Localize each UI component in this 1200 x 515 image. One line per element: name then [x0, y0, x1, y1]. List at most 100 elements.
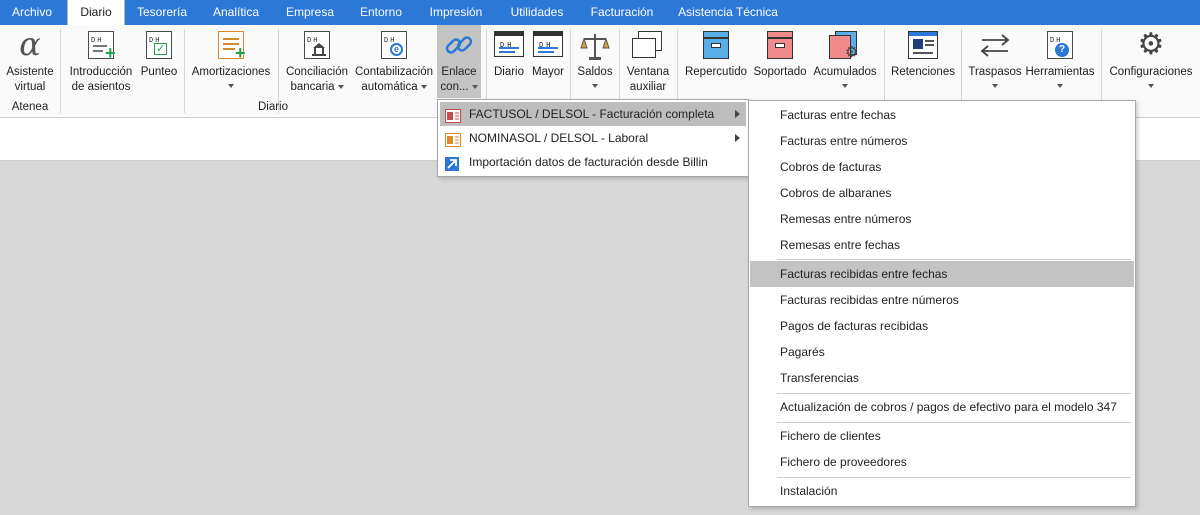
tab-impresion[interactable]: Impresión	[421, 0, 491, 25]
submenu-item-pagares[interactable]: Pagarés	[750, 339, 1134, 365]
ventana-auxiliar-button[interactable]: Ventana auxiliar	[623, 25, 673, 100]
menu-item-label: NOMINASOL / DELSOL - Laboral	[469, 131, 649, 145]
herramientas-button[interactable]: DH ? Herramientas	[1024, 25, 1096, 100]
submenu-item-fichero-proveedores[interactable]: Fichero de proveedores	[750, 449, 1134, 475]
saldos-button[interactable]: Saldos	[574, 25, 616, 100]
submenu-item-instalacion[interactable]: Instalación	[750, 478, 1134, 504]
tools-help-icon: DH ?	[1047, 31, 1073, 59]
acumulados-label: Acumulados	[813, 66, 877, 78]
submenu-arrow-icon	[735, 110, 740, 118]
configuraciones-label: Configuraciones	[1109, 66, 1193, 78]
menu-item-factusol[interactable]: FACTUSOL / DELSOL - Facturación completa	[440, 102, 746, 126]
group-label-atenea: Atenea	[11, 101, 49, 113]
red-book-icon	[767, 31, 793, 59]
amortization-icon: +	[218, 31, 246, 62]
menu-item-importacion-billin[interactable]: Importación datos de facturación desde B…	[440, 150, 746, 174]
tab-facturacion[interactable]: Facturación	[582, 0, 662, 25]
conciliacion-bancaria-button[interactable]: DH Conciliación bancaria	[283, 25, 351, 100]
ventana-label-2: auxiliar	[629, 81, 667, 93]
submenu-item-fichero-clientes[interactable]: Fichero de clientes	[750, 423, 1134, 449]
menu-separator	[777, 259, 1131, 260]
submenu-arrow-icon	[735, 134, 740, 142]
tab-utilidades[interactable]: Utilidades	[502, 0, 572, 25]
conciliacion-label-2: bancaria	[290, 81, 335, 93]
chevron-down-icon	[337, 84, 344, 89]
retenciones-button[interactable]: Retenciones	[889, 25, 957, 100]
mayor-label: Mayor	[532, 66, 564, 78]
mayor-button[interactable]: DH Mayor	[529, 25, 567, 100]
withholding-document-icon	[908, 31, 938, 59]
amortizaciones-label: Amortizaciones	[191, 66, 271, 78]
import-arrow-icon	[445, 155, 461, 171]
chevron-down-icon	[592, 84, 598, 88]
enlace-label-1: Enlace	[441, 66, 477, 78]
asistente-label-1: Asistente	[6, 66, 54, 78]
menu-item-nominasol[interactable]: NOMINASOL / DELSOL - Laboral	[440, 126, 746, 150]
tab-archivo[interactable]: Archivo	[0, 0, 64, 25]
submenu-item-facturas-recibidas-entre-fechas[interactable]: Facturas recibidas entre fechas	[750, 261, 1134, 287]
submenu-item-remesas-entre-numeros[interactable]: Remesas entre números	[750, 206, 1134, 232]
alpha-icon: α	[19, 25, 41, 63]
link-chain-icon	[443, 29, 475, 66]
checked-document-icon: DH ✓	[146, 31, 172, 59]
punteo-label: Punteo	[140, 66, 178, 78]
introduccion-label-2: de asientos	[71, 81, 131, 93]
submenu-item-actualizacion-modelo-347[interactable]: Actualización de cobros / pagos de efect…	[750, 394, 1134, 420]
traspasos-button[interactable]: Traspasos	[966, 25, 1024, 100]
herramientas-label: Herramientas	[1025, 66, 1095, 78]
acumulados-button[interactable]: ⚙ Acumulados	[810, 25, 880, 100]
chevron-down-icon	[842, 84, 848, 88]
traspasos-label: Traspasos	[968, 66, 1022, 78]
introduccion-label-1: Introducción	[69, 66, 133, 78]
configuraciones-button[interactable]: ⚙ Configuraciones	[1105, 25, 1197, 100]
chevron-down-icon	[1057, 84, 1063, 88]
submenu-item-pagos-facturas-recibidas[interactable]: Pagos de facturas recibidas	[750, 313, 1134, 339]
auxiliary-window-icon	[632, 31, 664, 59]
amortizaciones-button[interactable]: + Amortizaciones	[188, 25, 274, 100]
repercutido-button[interactable]: Repercutido	[682, 25, 750, 100]
blue-book-icon	[703, 31, 729, 59]
diario-button[interactable]: DH Diario	[490, 25, 528, 100]
submenu-item-facturas-entre-fechas[interactable]: Facturas entre fechas	[750, 102, 1134, 128]
nominasol-icon	[445, 131, 461, 147]
tab-empresa[interactable]: Empresa	[279, 0, 341, 25]
submenu-item-cobros-de-albaranes[interactable]: Cobros de albaranes	[750, 180, 1134, 206]
ventana-label-1: Ventana	[626, 66, 670, 78]
bank-document-icon: DH	[304, 31, 330, 59]
balance-scale-icon	[579, 30, 611, 67]
gear-icon: ⚙	[1137, 28, 1165, 61]
asistente-virtual-button[interactable]: α Asistente virtual	[3, 25, 57, 100]
contabilizacion-automatica-button[interactable]: DH e Contabilización automática	[352, 25, 436, 100]
submenu-item-cobros-de-facturas[interactable]: Cobros de facturas	[750, 154, 1134, 180]
introduccion-asientos-button[interactable]: DH + Introducción de asientos	[65, 25, 137, 100]
ledger-window-icon: DH	[533, 31, 563, 57]
menu-item-label: FACTUSOL / DELSOL - Facturación completa	[469, 107, 715, 121]
factusol-submenu: Facturas entre fechas Facturas entre núm…	[748, 100, 1136, 507]
contabilizacion-label-2: automática	[361, 81, 418, 93]
soportado-button[interactable]: Soportado	[751, 25, 809, 100]
tab-tesoreria[interactable]: Tesorería	[129, 0, 195, 25]
submenu-item-transferencias[interactable]: Transferencias	[750, 365, 1134, 391]
tab-analitica[interactable]: Analítica	[202, 0, 270, 25]
diario-label: Diario	[493, 66, 525, 78]
chevron-down-icon	[992, 84, 998, 88]
punteo-button[interactable]: DH ✓ Punteo	[138, 25, 180, 100]
journal-entry-icon: DH +	[88, 31, 116, 62]
enlace-con-button[interactable]: Enlace con...	[437, 25, 481, 98]
contabilizacion-label-1: Contabilización	[355, 66, 433, 78]
tab-diario[interactable]: Diario	[67, 0, 125, 25]
chevron-down-icon	[420, 84, 427, 89]
conciliacion-label-1: Conciliación	[285, 66, 348, 78]
submenu-item-facturas-recibidas-entre-numeros[interactable]: Facturas recibidas entre números	[750, 287, 1134, 313]
accumulated-books-icon: ⚙	[829, 31, 861, 61]
tab-entorno[interactable]: Entorno	[350, 0, 412, 25]
chevron-down-icon	[471, 84, 478, 89]
chevron-down-icon	[1148, 84, 1154, 88]
saldos-label: Saldos	[577, 66, 613, 78]
menu-item-label: Importación datos de facturación desde B…	[469, 155, 708, 169]
soportado-label: Soportado	[753, 66, 807, 78]
submenu-item-remesas-entre-fechas[interactable]: Remesas entre fechas	[750, 232, 1134, 258]
group-label-diario: Diario	[257, 101, 289, 113]
submenu-item-facturas-entre-numeros[interactable]: Facturas entre números	[750, 128, 1134, 154]
tab-asistencia-tecnica[interactable]: Asistencia Técnica	[672, 0, 784, 25]
